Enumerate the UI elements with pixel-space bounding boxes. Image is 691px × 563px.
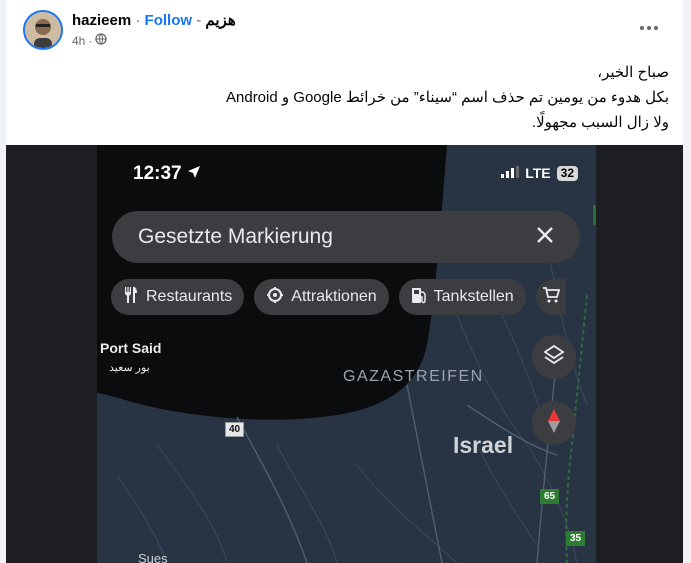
header-dash: - (196, 12, 202, 29)
author-arabic-name[interactable]: هزيم (205, 12, 235, 29)
chip-attractions[interactable]: Attraktionen (254, 279, 389, 315)
header-separator: · (135, 12, 141, 29)
author-name[interactable]: hazieem (72, 12, 131, 29)
cart-icon (542, 286, 560, 309)
map-screenshot: 12:37 LTE 32 Gesetzte Markierung Restaur… (97, 145, 596, 563)
post-meta: 4h · (72, 33, 108, 48)
attraction-icon (266, 286, 284, 309)
chip-shopping[interactable] (535, 279, 566, 315)
search-input[interactable]: Gesetzte Markierung (138, 225, 536, 249)
chip-restaurants-label: Restaurants (146, 288, 233, 305)
category-chips: Restaurants Attraktionen Tankstellen (111, 279, 566, 315)
location-arrow-icon (187, 163, 201, 184)
post-text-line-3: ولا زال السبب مجهولًا. (531, 114, 669, 131)
status-right: LTE 32 (501, 165, 578, 181)
map-label-port-said: Port Said (100, 340, 162, 356)
restaurant-icon (123, 286, 139, 309)
map-label-suez: Sues (138, 551, 168, 563)
compass-icon (547, 408, 561, 438)
more-icon[interactable] (639, 18, 659, 38)
follow-button[interactable]: Follow (145, 12, 193, 29)
close-icon[interactable] (536, 226, 554, 249)
signal-icon (501, 165, 520, 181)
map-search-bar[interactable]: Gesetzte Markierung (112, 211, 580, 263)
chip-gas-stations-label: Tankstellen (433, 288, 514, 305)
battery-indicator: 32 (556, 165, 578, 181)
map-label-israel: Israel (453, 432, 514, 458)
chip-restaurants[interactable]: Restaurants (111, 279, 245, 315)
layers-button[interactable] (532, 335, 576, 379)
layers-icon (543, 344, 565, 371)
post-text: صباح الخير، بكل هدوء من يومين تم حذف اسم… (29, 60, 669, 135)
road-shield-40: 40 (225, 422, 245, 437)
chip-attractions-label: Attraktionen (291, 288, 377, 305)
road-shield-35: 35 (566, 531, 586, 546)
map-label-gaza: GAZASTREIFEN (343, 368, 484, 385)
meta-separator: · (88, 33, 93, 48)
post-header: hazieem · Follow - هزيم (72, 11, 236, 29)
compass-button[interactable] (532, 401, 576, 445)
road-shield-65: 65 (540, 489, 560, 504)
gas-station-icon (411, 286, 427, 309)
map-background (97, 145, 596, 563)
post-card: hazieem · Follow - هزيم 4h · صباح الخير،… (6, 0, 683, 563)
post-text-line-1: صباح الخير، (597, 64, 669, 81)
chip-gas-stations[interactable]: Tankstellen (398, 279, 526, 315)
map-label-port-said-arabic: بور سعيد (109, 362, 150, 374)
post-text-line-2: بكل هدوء من يومين تم حذف اسم “سيناء” من … (226, 89, 669, 106)
network-label: LTE (525, 165, 551, 181)
globe-icon (95, 33, 108, 48)
post-time[interactable]: 4h (72, 34, 85, 48)
status-time-text: 12:37 (133, 163, 182, 184)
post-image[interactable]: 12:37 LTE 32 Gesetzte Markierung Restaur… (6, 145, 683, 563)
status-time: 12:37 (133, 163, 201, 185)
profile-avatar[interactable] (23, 10, 63, 50)
